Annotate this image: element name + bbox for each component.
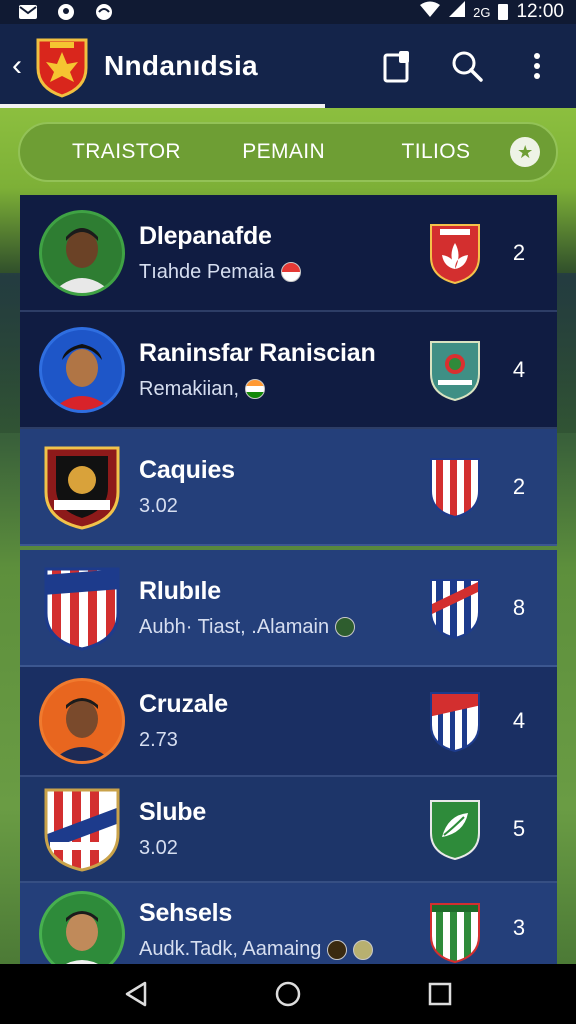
recents-square-icon[interactable] (420, 974, 460, 1014)
team-list: Dlepanafde Tıahde Pemaia 2 Raninsfar Ran… (20, 195, 557, 969)
row-title: Raninsfar Raniscian (139, 338, 376, 367)
row-subtitle: Tıahde Pemaia (139, 260, 275, 283)
club-crest-icon (34, 34, 90, 98)
player-avatar (39, 209, 125, 296)
row-title: Slube (139, 798, 207, 826)
club-crest-icon (39, 563, 125, 653)
wifi-icon (419, 1, 441, 23)
row-title: Dlepanafde (139, 221, 272, 250)
bookmark-icon[interactable] (380, 49, 414, 83)
list-item[interactable]: Sehsels Audk.Tadk, Aamaing 3 (20, 883, 557, 969)
home-circle-icon[interactable] (268, 974, 308, 1014)
search-icon[interactable] (450, 49, 484, 83)
tab-traistor[interactable]: TRAISTOR (72, 140, 242, 164)
list-item[interactable]: Slube 3.02 5 (20, 777, 557, 883)
back-triangle-icon[interactable] (116, 974, 156, 1014)
flag-icon (245, 379, 266, 399)
club-crest-icon (39, 442, 125, 532)
row-subtitle: 3.02 (139, 494, 178, 517)
clock: 12:00 (516, 1, 564, 22)
row-subtitle: Remakiian, (139, 377, 240, 400)
row-subtitle: Audk.Tadk, Aamaing (139, 938, 322, 960)
green-leaf-crest-icon (427, 796, 483, 862)
row-title: Cruzale (139, 690, 228, 718)
row-count: 8 (512, 594, 526, 620)
back-icon[interactable]: ‹ (4, 49, 30, 83)
red-white-stripes-crest-icon (427, 688, 483, 754)
more-icon[interactable] (520, 49, 554, 83)
flag-icon (353, 939, 374, 960)
tab-pemain[interactable]: PEMAIN (242, 140, 401, 164)
list-item[interactable]: Cruzale 2.73 4 (20, 667, 557, 777)
player-avatar (39, 891, 125, 967)
red-stripes-crest-icon (427, 454, 483, 520)
row-count: 4 (512, 356, 526, 382)
red-blue-stripes-crest-icon (427, 575, 483, 641)
row-count: 3 (512, 915, 526, 940)
sync-icon (94, 4, 114, 20)
tab-bar: TRAISTOR PEMAIN TILIOS ★ (18, 122, 558, 182)
row-title: Rlubıle (139, 576, 221, 605)
list-item[interactable]: Rlubıle Aubh· Tiast, .Alamain 8 (20, 550, 557, 667)
network-type: 2G (473, 4, 491, 20)
flag-icon (280, 262, 301, 282)
row-title: Sehsels (139, 899, 233, 927)
player-avatar (39, 326, 125, 413)
list-item[interactable]: Dlepanafde Tıahde Pemaia 2 (20, 195, 557, 312)
battery-icon (498, 4, 509, 20)
row-title: Caquies (139, 455, 235, 484)
list-item[interactable]: Caquies 3.02 2 (20, 429, 557, 546)
tab-tilios[interactable]: TILIOS (401, 140, 510, 164)
flower-crest-icon (427, 220, 483, 286)
club-crest-icon (39, 784, 125, 874)
system-nav-bar (0, 964, 576, 1024)
row-count: 4 (512, 708, 526, 733)
location-icon (56, 4, 76, 20)
row-count: 2 (512, 239, 526, 265)
row-subtitle: 2.73 (139, 729, 178, 751)
list-item[interactable]: Raninsfar Raniscian Remakiian, 4 (20, 312, 557, 429)
row-subtitle: 3.02 (139, 837, 178, 859)
status-bar: 2G 12:00 (0, 0, 576, 24)
row-count: 5 (512, 816, 526, 841)
flag-icon (335, 617, 356, 637)
app-title: Nndanıdsia (104, 50, 258, 81)
star-icon[interactable]: ★ (510, 137, 541, 167)
row-count: 2 (512, 473, 526, 499)
signal-icon (449, 1, 466, 23)
player-avatar (39, 678, 125, 764)
row-subtitle: Aubh· Tiast, .Alamain (139, 615, 330, 638)
flag-icon (327, 939, 348, 960)
green-white-stripes-crest-icon (427, 899, 483, 965)
app-bar: ‹ Nndanıdsia (0, 24, 576, 108)
green-shield-crest-icon (427, 337, 483, 403)
tab-indicator (0, 104, 325, 108)
mail-icon (18, 4, 38, 20)
